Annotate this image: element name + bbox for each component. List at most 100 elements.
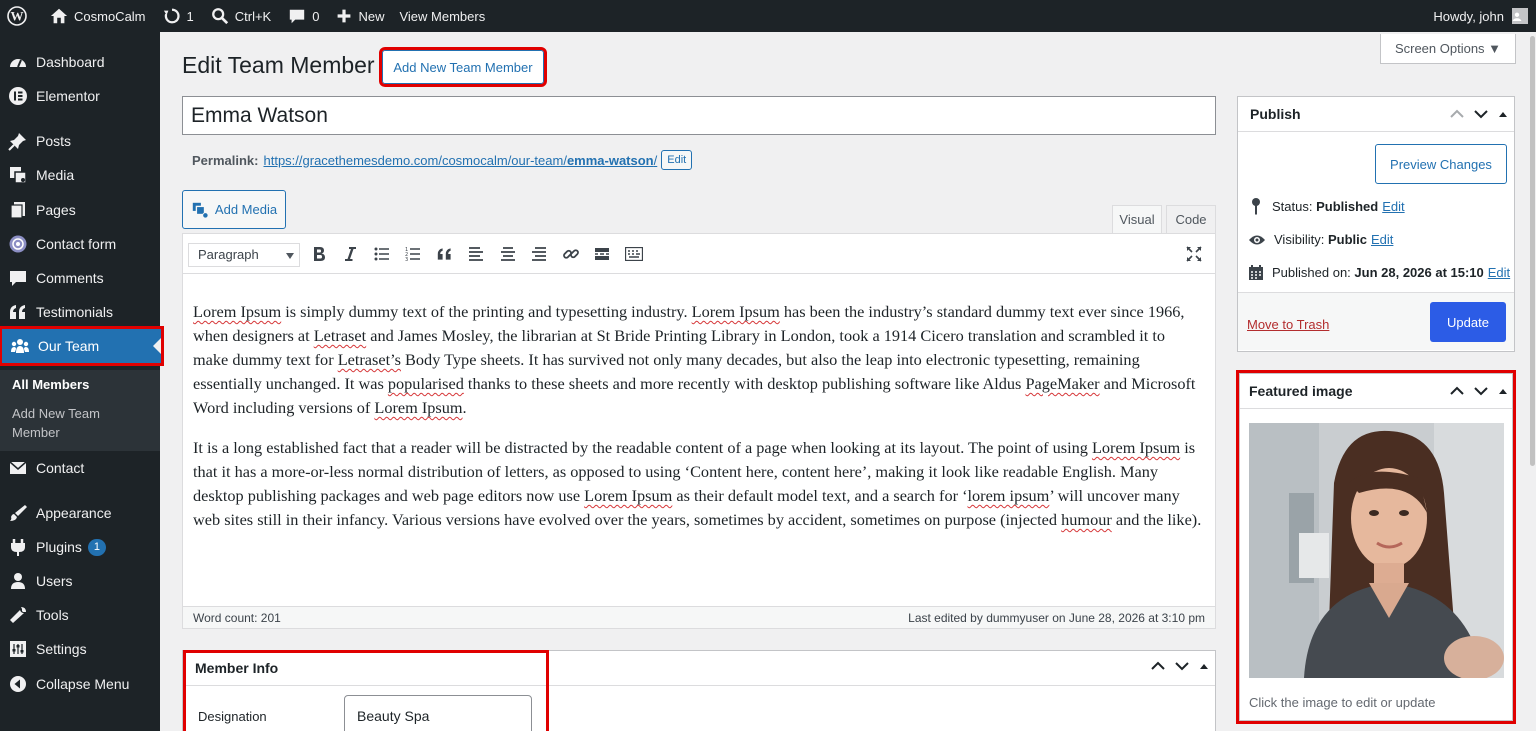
preview-changes-button[interactable]: Preview Changes xyxy=(1375,144,1507,184)
sidebar-item-label: Appearance xyxy=(36,505,112,521)
quote-icon xyxy=(10,305,25,319)
status-edit-link[interactable]: Edit xyxy=(1382,199,1404,214)
move-to-trash-link[interactable]: Move to Trash xyxy=(1247,317,1329,332)
sidebar-item-plugins[interactable]: Plugins 1 xyxy=(0,530,160,564)
content-paragraph-1: Lorem Ipsum is simply dummy text of the … xyxy=(193,302,1196,417)
scrollbar-thumb[interactable] xyxy=(1530,36,1535,466)
sidebar-item-our-team[interactable]: Our Team xyxy=(0,326,164,366)
new-content-link[interactable]: New xyxy=(326,0,391,32)
toolbar-toggle-button[interactable] xyxy=(624,244,644,264)
add-new-team-member-button[interactable]: Add New Team Member xyxy=(379,47,547,87)
sidebar-item-dashboard[interactable]: Dashboard xyxy=(0,45,160,79)
move-down-icon[interactable] xyxy=(1474,109,1488,119)
insert-link-button[interactable] xyxy=(561,244,581,264)
submenu-all-members[interactable]: All Members xyxy=(12,375,89,394)
permalink-slug: emma-watson xyxy=(566,152,654,168)
editor-content[interactable]: Lorem Ipsum is simply dummy text of the … xyxy=(193,300,1203,548)
numbered-list-icon: 123 xyxy=(405,247,420,262)
fullscreen-icon xyxy=(1186,246,1202,262)
italic-button[interactable] xyxy=(340,244,360,264)
toggle-panel-icon[interactable] xyxy=(1498,387,1508,395)
sidebar-item-appearance[interactable]: Appearance xyxy=(0,496,160,530)
view-members-link[interactable]: View Members xyxy=(391,0,492,32)
toggle-panel-icon[interactable] xyxy=(1498,110,1508,118)
admin-bar: W CosmoCalm 1 Ctrl+K 0 New View Members … xyxy=(0,0,1536,32)
designation-label: Designation xyxy=(198,709,267,724)
site-name-link[interactable]: CosmoCalm xyxy=(40,0,153,32)
featured-image-controls xyxy=(1450,386,1508,396)
sidebar-item-contact[interactable]: Contact xyxy=(0,451,160,485)
move-down-icon[interactable] xyxy=(1474,386,1488,396)
submenu-add-new-team-member[interactable]: Add New Team Member xyxy=(12,404,100,442)
updates-icon xyxy=(163,8,180,24)
toggle-panel-icon[interactable] xyxy=(1199,662,1209,670)
sidebar-item-elementor[interactable]: Elementor xyxy=(0,79,160,113)
comments-link[interactable]: 0 xyxy=(278,0,326,32)
align-center-button[interactable] xyxy=(498,244,518,264)
sidebar-item-tools[interactable]: Tools xyxy=(0,598,160,632)
sidebar-item-posts[interactable]: Posts xyxy=(0,124,160,158)
collapse-menu-button[interactable]: Collapse Menu xyxy=(0,667,160,701)
sidebar-item-comments[interactable]: Comments xyxy=(0,261,160,295)
read-more-icon xyxy=(595,248,609,260)
sidebar-item-users[interactable]: Users xyxy=(0,564,160,598)
designation-input[interactable]: Beauty Spa xyxy=(344,695,532,731)
sidebar-item-media[interactable]: Media xyxy=(0,158,160,192)
dashboard-icon xyxy=(10,59,26,68)
updates-link[interactable]: 1 xyxy=(153,0,201,32)
sidebar-item-label: Dashboard xyxy=(36,54,105,70)
read-more-button[interactable] xyxy=(592,244,612,264)
move-down-icon[interactable] xyxy=(1175,661,1189,671)
bold-button[interactable] xyxy=(309,244,329,264)
wordpress-logo-button[interactable]: W xyxy=(0,0,40,32)
sidebar-item-pages[interactable]: Pages xyxy=(0,193,160,227)
permalink-trail: / xyxy=(653,152,658,168)
tab-visual[interactable]: Visual xyxy=(1112,205,1162,233)
member-info-title: Member Info xyxy=(195,660,279,676)
move-up-icon[interactable] xyxy=(1450,109,1464,119)
sidebar-item-label: Collapse Menu xyxy=(36,676,130,692)
status-value: Published xyxy=(1316,198,1379,214)
visibility-row: Visibility: Public Edit xyxy=(1248,232,1393,247)
align-right-button[interactable] xyxy=(529,244,549,264)
submenu-add-new-line2: Member xyxy=(12,425,60,440)
sidebar-item-contact-form[interactable]: Contact form xyxy=(0,227,160,261)
update-button[interactable]: Update xyxy=(1430,302,1506,342)
featured-image-thumbnail[interactable] xyxy=(1249,423,1504,678)
sidebar-item-settings[interactable]: Settings xyxy=(0,632,160,666)
featured-image-box: Featured image Click the image to edit o… xyxy=(1236,370,1516,724)
tab-code[interactable]: Code xyxy=(1166,205,1216,233)
move-up-icon[interactable] xyxy=(1450,386,1464,396)
add-media-button[interactable]: Add Media xyxy=(182,190,286,229)
paragraph-format-select[interactable]: Paragraph xyxy=(188,243,300,267)
settings-icon xyxy=(10,641,26,657)
plugins-update-badge: 1 xyxy=(87,538,106,556)
member-info-header[interactable]: Member Info xyxy=(183,651,1215,686)
permalink-edit-button[interactable]: Edit xyxy=(661,150,693,170)
featured-image-title: Featured image xyxy=(1249,383,1353,399)
published-edit-link[interactable]: Edit xyxy=(1488,265,1510,280)
customize-search-link[interactable]: Ctrl+K xyxy=(201,0,278,32)
link-icon xyxy=(563,249,579,259)
add-media-icon xyxy=(192,202,209,219)
my-account-link[interactable]: Howdy, john xyxy=(1426,0,1536,32)
post-title-input[interactable]: Emma Watson xyxy=(182,96,1216,135)
sidebar-item-label: Contact xyxy=(36,460,85,476)
align-left-button[interactable] xyxy=(466,244,486,264)
svg-text:W: W xyxy=(11,9,24,24)
svg-text:3: 3 xyxy=(405,257,408,262)
visibility-value: Public xyxy=(1327,232,1367,247)
screen-options-button[interactable]: Screen Options ▼ xyxy=(1380,34,1516,64)
sidebar-item-testimonials[interactable]: Testimonials xyxy=(0,295,160,329)
publish-actions: Move to Trash Update xyxy=(1238,292,1514,350)
sidebar-item-label: Testimonials xyxy=(36,304,114,320)
visibility-edit-link[interactable]: Edit xyxy=(1371,232,1393,247)
permalink-base: https://gracethemesdemo.com/cosmocalm/ou… xyxy=(263,152,567,168)
blockquote-button[interactable] xyxy=(435,244,455,264)
permalink-url[interactable]: https://gracethemesdemo.com/cosmocalm/ou… xyxy=(263,153,657,168)
page-scrollbar[interactable] xyxy=(1529,32,1536,731)
numbered-list-button[interactable]: 123 xyxy=(403,244,423,264)
move-up-icon[interactable] xyxy=(1151,661,1165,671)
fullscreen-button[interactable] xyxy=(1184,244,1204,264)
bulleted-list-button[interactable] xyxy=(372,244,392,264)
